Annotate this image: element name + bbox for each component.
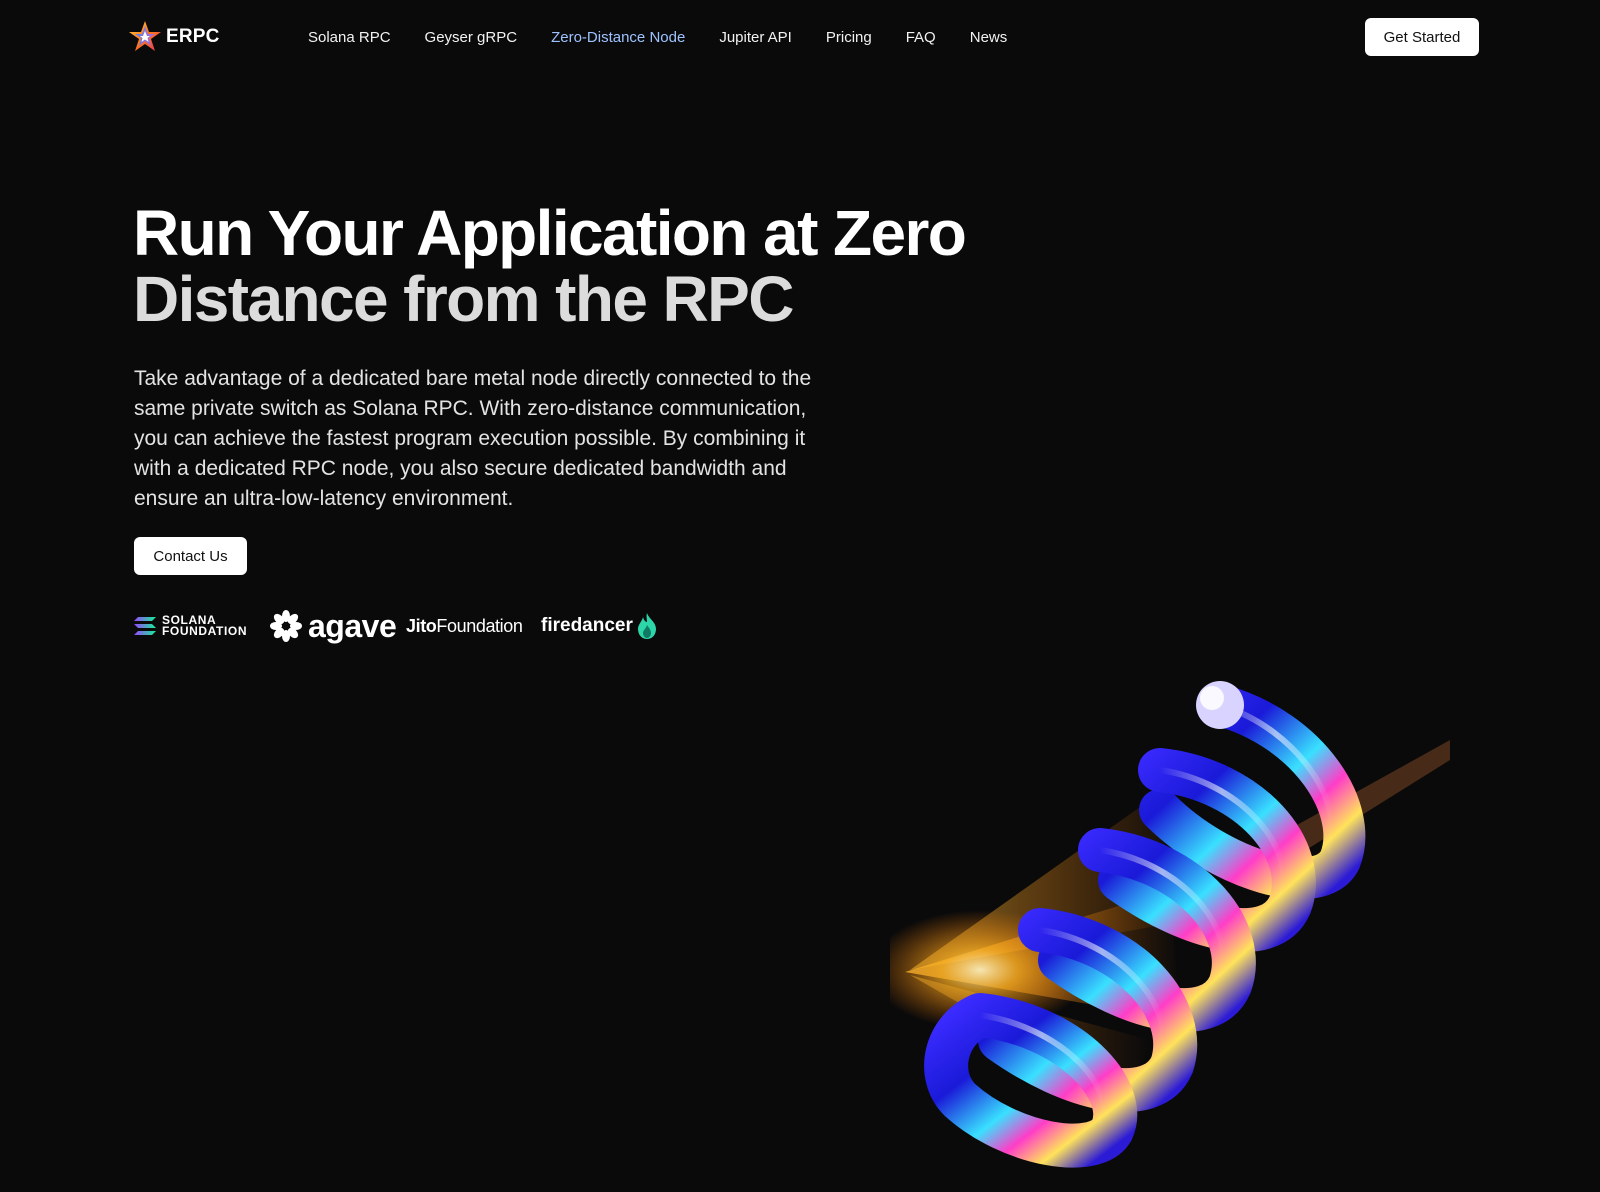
- solana-icon: [134, 617, 156, 635]
- iridescent-spiral-artwork: [890, 660, 1510, 1170]
- brand-logo[interactable]: ERPC: [128, 20, 220, 54]
- firedancer-logo: firedancer: [541, 608, 657, 644]
- spiral-illustration: [890, 681, 1450, 1168]
- solana-foundation-logo: SOLANA FOUNDATION: [134, 608, 247, 644]
- nav-item-solana-rpc[interactable]: Solana RPC: [308, 29, 391, 46]
- agave-flower-icon: [270, 610, 302, 642]
- contact-us-button[interactable]: Contact Us: [134, 537, 247, 575]
- agave-wordmark: agave: [308, 607, 397, 644]
- erpc-star-logo-icon: [129, 21, 161, 51]
- solana-line-2: FOUNDATION: [162, 624, 248, 638]
- jito-bold: Jito: [406, 615, 437, 636]
- nav-item-jupiter-api[interactable]: Jupiter API: [719, 29, 792, 46]
- hero-title: Run Your Application at Zero Distance fr…: [133, 200, 1033, 332]
- hero-title-line-2: Distance from the RPC: [133, 263, 794, 335]
- nav-item-zero-distance-node[interactable]: Zero-Distance Node: [551, 29, 685, 46]
- partner-logos: SOLANA FOUNDATION agave Jito Foundation …: [134, 608, 694, 644]
- site-header: ERPC Solana RPC Geyser gRPC Zero-Distanc…: [0, 0, 1600, 74]
- main-nav: Solana RPC Geyser gRPC Zero-Distance Nod…: [308, 24, 1041, 50]
- jito-foundation-logo: Jito Foundation: [406, 608, 523, 644]
- page: ERPC Solana RPC Geyser gRPC Zero-Distanc…: [0, 0, 1600, 1192]
- nav-item-pricing[interactable]: Pricing: [826, 29, 872, 46]
- nav-item-news[interactable]: News: [970, 29, 1008, 46]
- get-started-button[interactable]: Get Started: [1365, 18, 1479, 56]
- brand-name: ERPC: [166, 26, 220, 47]
- flame-icon: [637, 613, 656, 639]
- hero-title-line-1: Run Your Application at Zero: [133, 197, 967, 269]
- firedancer-wordmark: firedancer: [541, 615, 633, 636]
- hero-description: Take advantage of a dedicated bare metal…: [134, 367, 812, 510]
- jito-rest: Foundation: [436, 615, 523, 636]
- nav-item-geyser-grpc[interactable]: Geyser gRPC: [425, 29, 518, 46]
- nav-item-faq[interactable]: FAQ: [906, 29, 936, 46]
- agave-logo: agave: [270, 607, 397, 644]
